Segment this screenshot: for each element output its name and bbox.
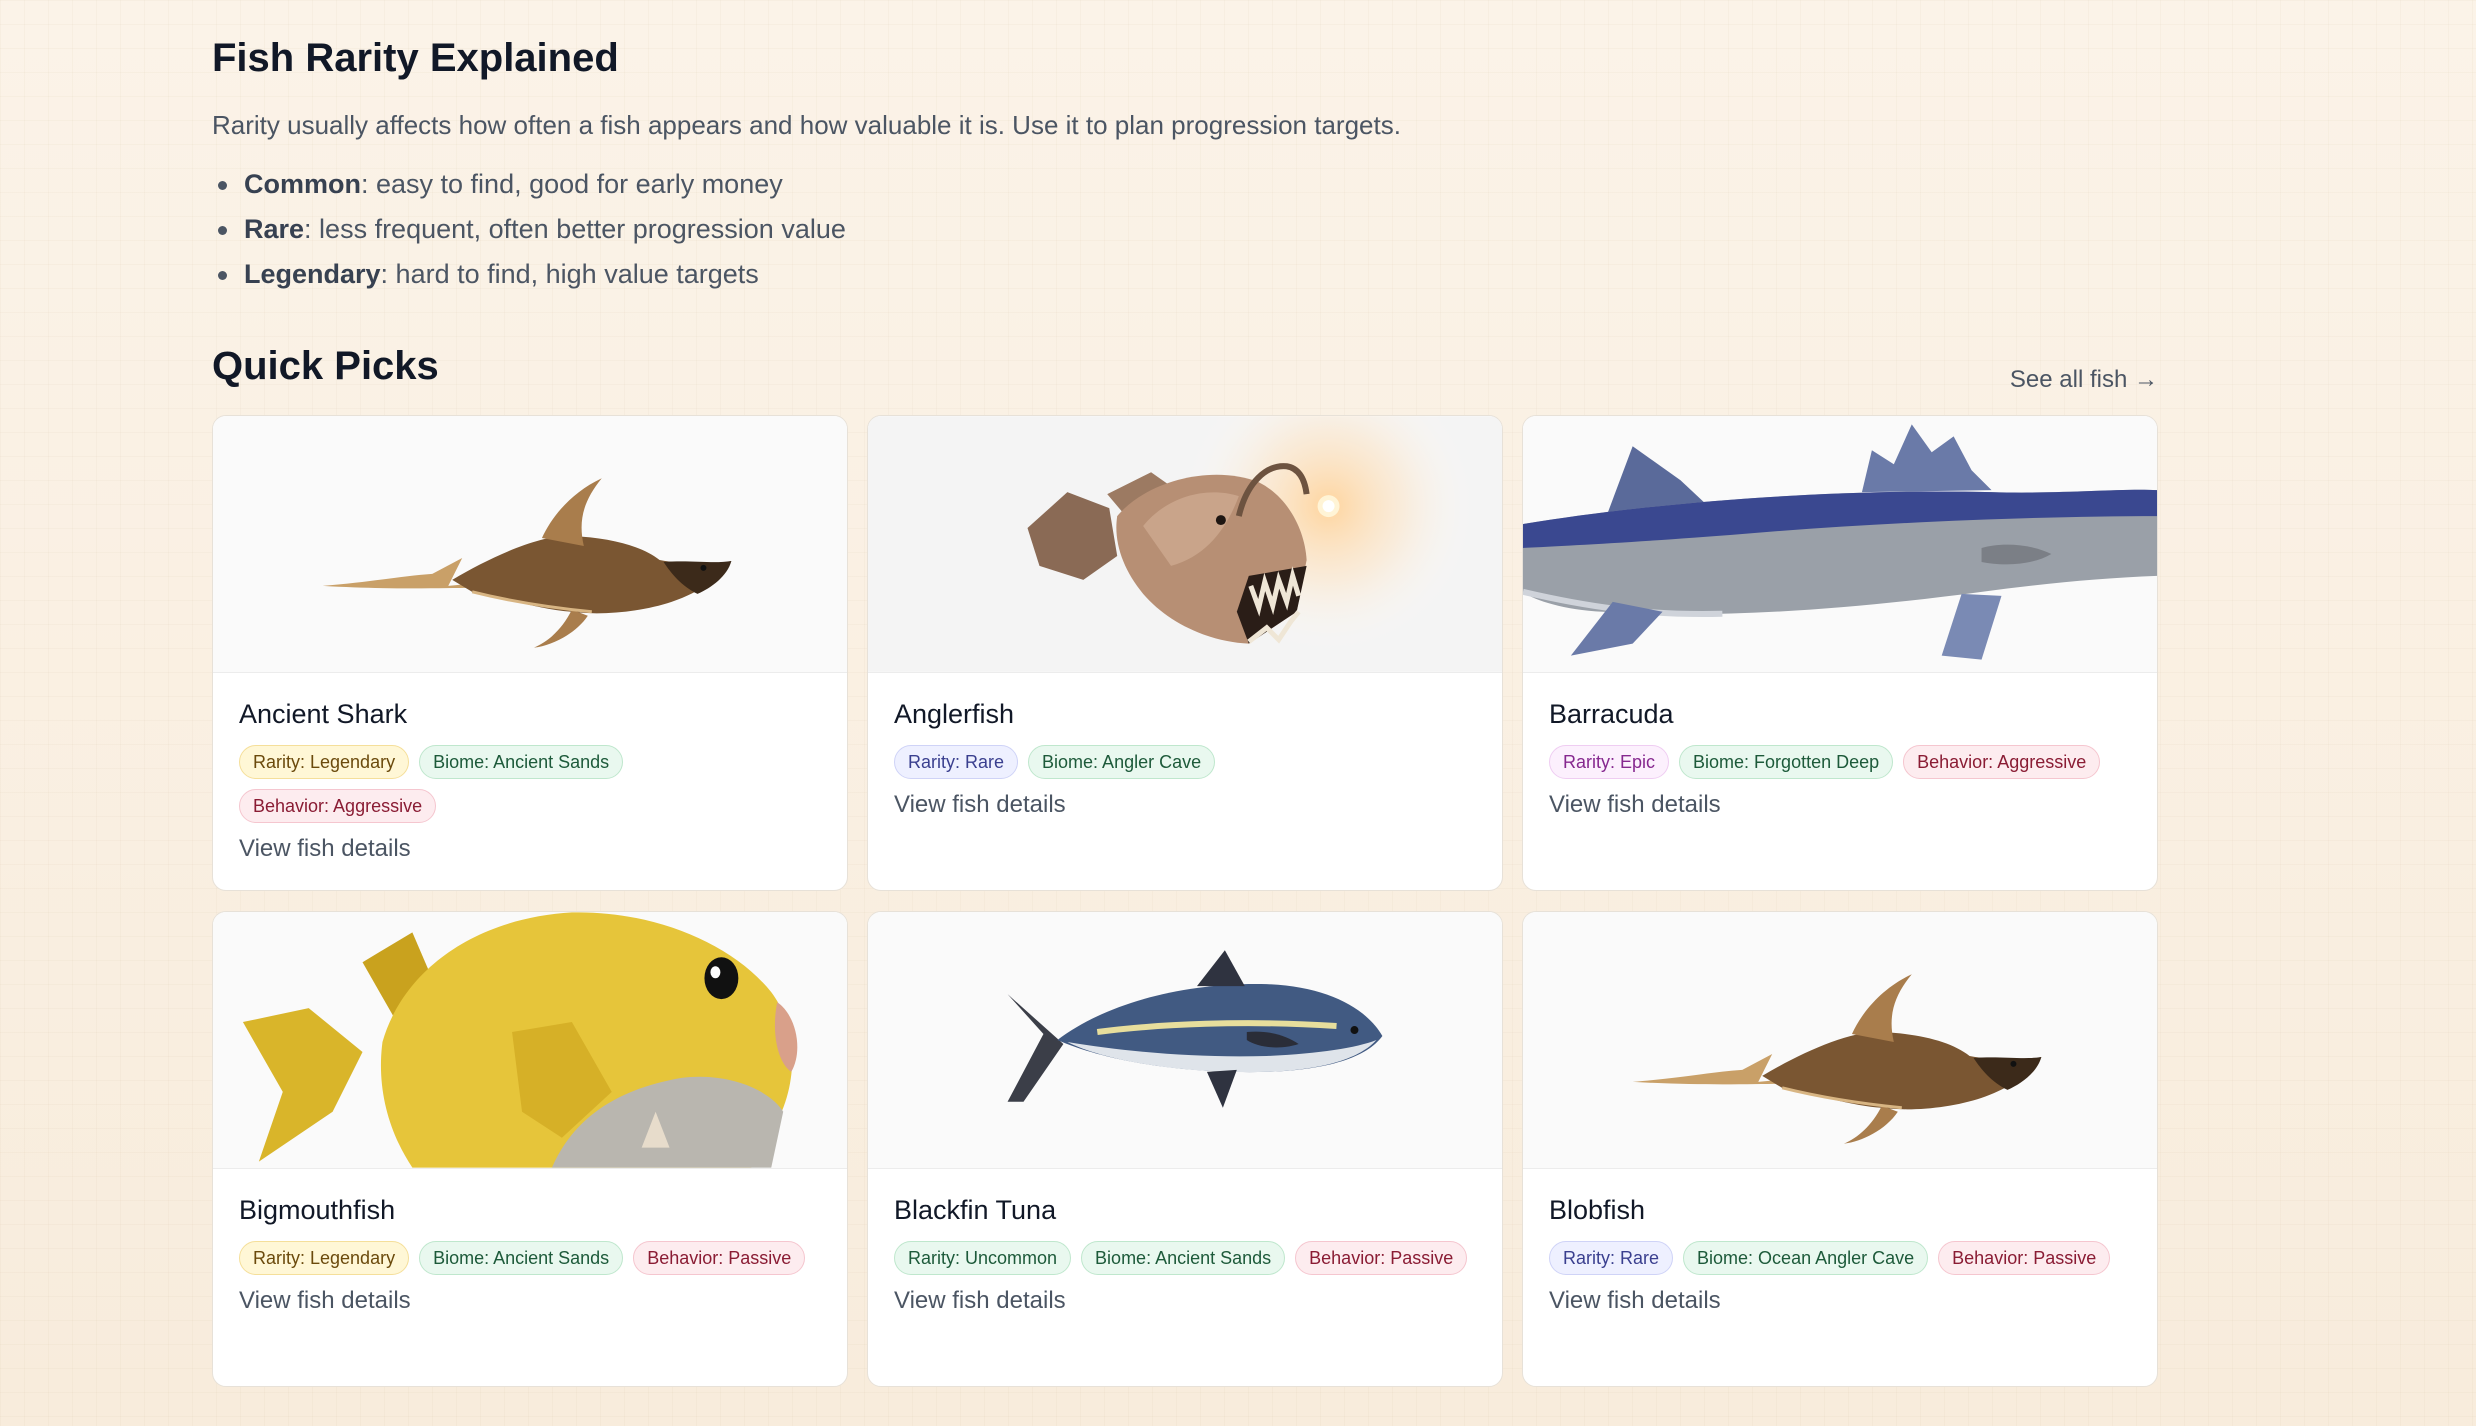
- fish-image-bigmouthfish[interactable]: [213, 912, 847, 1169]
- rarity-intro-text: Rarity usually affects how often a fish …: [212, 110, 1401, 140]
- ancient-shark-fish-icon: [322, 478, 732, 648]
- fish-name[interactable]: Blackfin Tuna: [894, 1193, 1476, 1227]
- rarity-term: Legendary: [244, 259, 381, 289]
- fish-image-blobfish[interactable]: [1523, 912, 2157, 1169]
- bullet-icon: [218, 226, 227, 235]
- rarity-badge: Rarity: Epic: [1549, 745, 1670, 779]
- view-fish-details-link[interactable]: View fish details: [894, 1287, 1476, 1315]
- fish-name[interactable]: Barracuda: [1549, 697, 2131, 731]
- view-fish-details-link[interactable]: View fish details: [894, 791, 1476, 819]
- fish-name[interactable]: Bigmouthfish: [239, 1193, 821, 1227]
- rarity-term: Rare: [244, 214, 305, 244]
- card-body: Barracuda Rarity: Epic Biome: Forgotten …: [1523, 673, 2157, 843]
- card-body: Blackfin Tuna Rarity: Uncommon Biome: An…: [868, 1169, 1502, 1339]
- card-body: Bigmouthfish Rarity: Legendary Biome: An…: [213, 1169, 847, 1339]
- fish-card-anglerfish[interactable]: Anglerfish Rarity: Rare Biome: Angler Ca…: [867, 415, 1503, 891]
- behavior-badge: Behavior: Passive: [1295, 1241, 1468, 1275]
- rarity-description: : hard to find, high value targets: [380, 259, 759, 289]
- rarity-list-item: Legendary: hard to find, high value targ…: [212, 252, 846, 297]
- rarity-section-title: Fish Rarity Explained: [212, 36, 619, 80]
- fish-image-blackfin-tuna[interactable]: [868, 912, 1502, 1169]
- biome-badge: Biome: Ocean Angler Cave: [1683, 1241, 1929, 1275]
- rarity-badge: Rarity: Uncommon: [894, 1241, 1072, 1275]
- biome-badge: Biome: Angler Cave: [1028, 745, 1216, 779]
- rarity-description: : easy to find, good for early money: [361, 169, 783, 199]
- tag-list: Rarity: Rare Biome: Ocean Angler Cave Be…: [1549, 1241, 2131, 1275]
- rarity-list-item: Common: easy to find, good for early mon…: [212, 162, 846, 207]
- behavior-badge: Behavior: Aggressive: [239, 789, 437, 823]
- fish-image-ancient-shark[interactable]: [213, 416, 847, 673]
- view-fish-details-link[interactable]: View fish details: [1549, 791, 2131, 819]
- behavior-badge: Behavior: Passive: [1938, 1241, 2111, 1275]
- rarity-list-item: Rare: less frequent, often better progre…: [212, 207, 846, 252]
- view-fish-details-link[interactable]: View fish details: [239, 1287, 821, 1315]
- biome-badge: Biome: Ancient Sands: [419, 1241, 624, 1275]
- card-body: Anglerfish Rarity: Rare Biome: Angler Ca…: [868, 673, 1502, 843]
- bullet-icon: [218, 181, 227, 190]
- view-fish-details-link[interactable]: View fish details: [239, 835, 821, 863]
- fish-name[interactable]: Anglerfish: [894, 697, 1476, 731]
- rarity-badge: Rarity: Rare: [1549, 1241, 1674, 1275]
- rarity-term: Common: [244, 169, 361, 199]
- rarity-description: : less frequent, often better progressio…: [304, 214, 846, 244]
- fish-card-ancient-shark[interactable]: Ancient Shark Rarity: Legendary Biome: A…: [212, 415, 848, 891]
- bigmouthfish-icon: [213, 912, 847, 1168]
- bullet-icon: [218, 271, 227, 280]
- blobfish-icon: [1632, 974, 2042, 1144]
- biome-badge: Biome: Ancient Sands: [1081, 1241, 1286, 1275]
- anglerfish-icon: [868, 416, 1502, 672]
- quick-picks-title: Quick Picks: [212, 344, 439, 388]
- rarity-badge: Rarity: Legendary: [239, 745, 410, 779]
- blackfin-tuna-icon: [1007, 950, 1383, 1108]
- fish-card-blobfish[interactable]: Blobfish Rarity: Rare Biome: Ocean Angle…: [1522, 911, 2158, 1387]
- card-body: Blobfish Rarity: Rare Biome: Ocean Angle…: [1523, 1169, 2157, 1339]
- barracuda-icon: [1523, 416, 2157, 672]
- biome-badge: Biome: Forgotten Deep: [1679, 745, 1894, 779]
- biome-badge: Biome: Ancient Sands: [419, 745, 624, 779]
- rarity-list: Common: easy to find, good for early mon…: [212, 162, 846, 297]
- view-fish-details-link[interactable]: View fish details: [1549, 1287, 2131, 1315]
- tag-list: Rarity: Rare Biome: Angler Cave: [894, 745, 1476, 779]
- behavior-badge: Behavior: Aggressive: [1903, 745, 2101, 779]
- fish-card-bigmouthfish[interactable]: Bigmouthfish Rarity: Legendary Biome: An…: [212, 911, 848, 1387]
- tag-list: Rarity: Legendary Biome: Ancient Sands B…: [239, 745, 821, 823]
- quick-picks-grid: Ancient Shark Rarity: Legendary Biome: A…: [212, 415, 2158, 1387]
- tag-list: Rarity: Legendary Biome: Ancient Sands B…: [239, 1241, 821, 1275]
- tag-list: Rarity: Epic Biome: Forgotten Deep Behav…: [1549, 745, 2131, 779]
- fish-card-blackfin-tuna[interactable]: Blackfin Tuna Rarity: Uncommon Biome: An…: [867, 911, 1503, 1387]
- see-all-fish-link[interactable]: See all fish →: [2010, 366, 2158, 394]
- card-body: Ancient Shark Rarity: Legendary Biome: A…: [213, 673, 847, 887]
- fish-card-barracuda[interactable]: Barracuda Rarity: Epic Biome: Forgotten …: [1522, 415, 2158, 891]
- fish-name[interactable]: Ancient Shark: [239, 697, 821, 731]
- fish-image-barracuda[interactable]: [1523, 416, 2157, 673]
- fish-name[interactable]: Blobfish: [1549, 1193, 2131, 1227]
- behavior-badge: Behavior: Passive: [633, 1241, 806, 1275]
- tag-list: Rarity: Uncommon Biome: Ancient Sands Be…: [894, 1241, 1476, 1275]
- fish-image-anglerfish[interactable]: [868, 416, 1502, 673]
- rarity-badge: Rarity: Rare: [894, 745, 1019, 779]
- rarity-badge: Rarity: Legendary: [239, 1241, 410, 1275]
